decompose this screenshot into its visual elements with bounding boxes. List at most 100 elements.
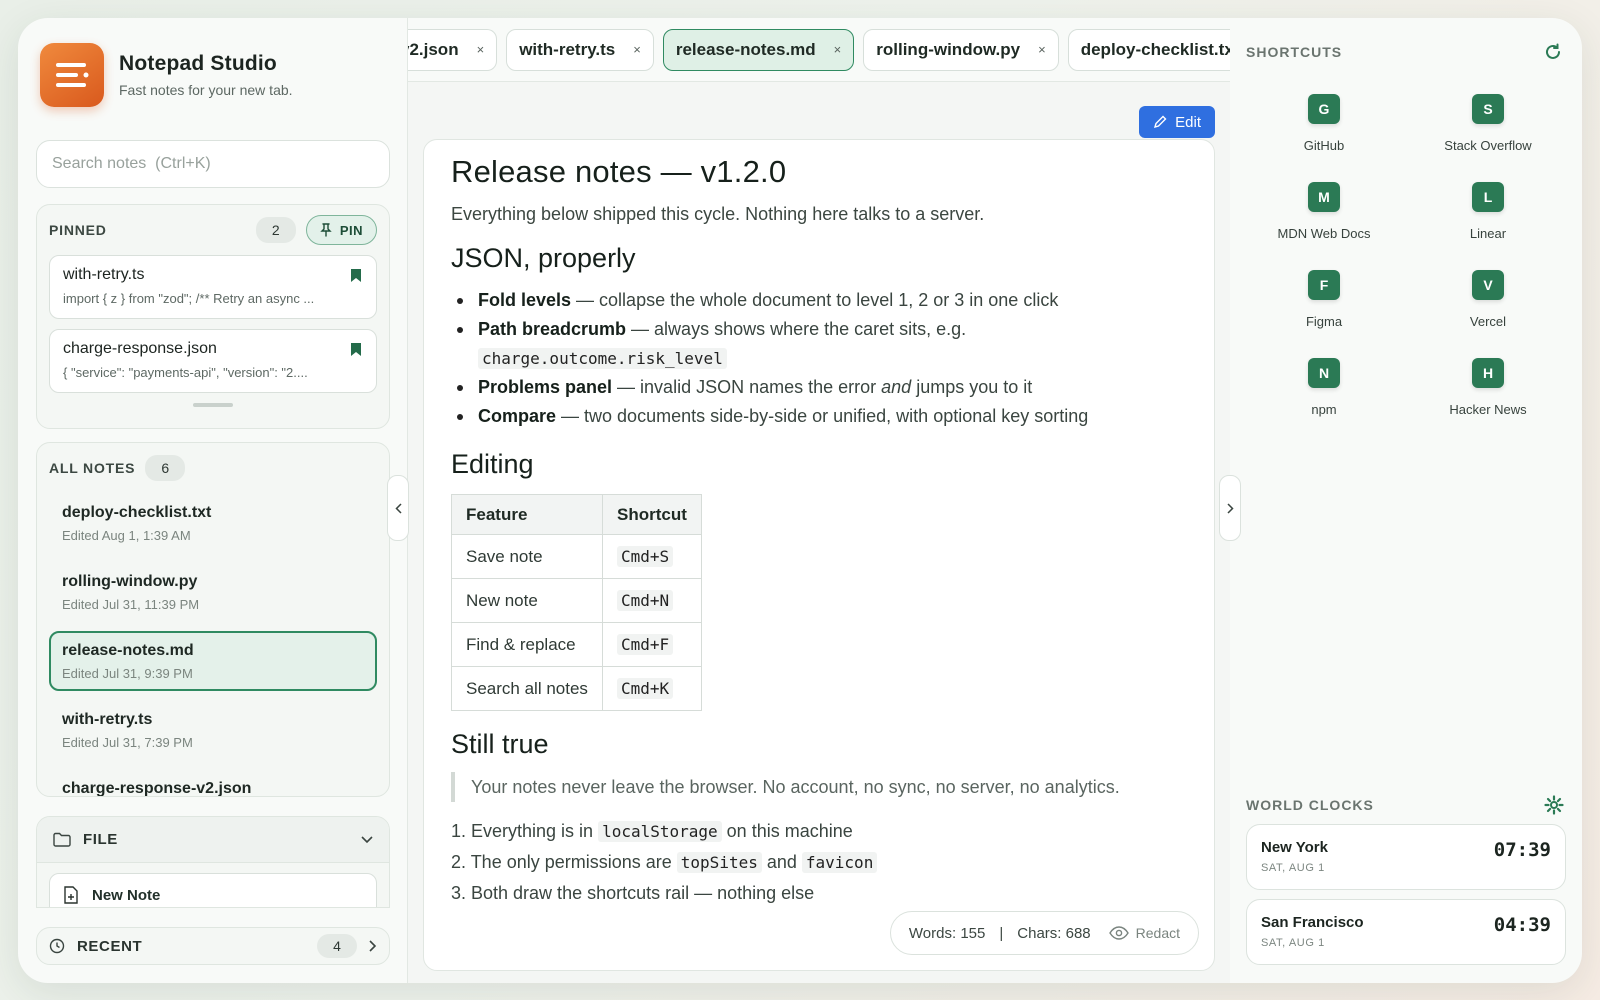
all-notes-title: ALL NOTES [49, 460, 136, 476]
pinned-note[interactable]: with-retry.ts import { z } from "zod"; /… [49, 255, 377, 319]
tab-label: rolling-window.py [876, 39, 1021, 59]
doc-heading-still-true: Still true [451, 729, 549, 759]
inline-code: Cmd+K [617, 677, 674, 699]
table-header-row: Feature Shortcut [451, 494, 702, 535]
resize-handle[interactable] [193, 403, 233, 407]
clock-date: SAT, AUG 1 [1261, 862, 1325, 874]
table-cell: Cmd+N [602, 578, 702, 623]
note-list-item[interactable]: deploy-checklist.txt Edited Aug 1, 1:39 … [49, 493, 377, 553]
redact-toggle[interactable]: Redact [1108, 925, 1180, 941]
tab-rolling-window[interactable]: rolling-window.py × [863, 28, 1059, 71]
clock-card: San Francisco SAT, AUG 1 04:39 [1246, 899, 1566, 965]
table-cell: New note [451, 578, 603, 623]
list-item-text: on this machine [721, 821, 853, 841]
shortcuts-title: SHORTCUTS [1246, 44, 1343, 60]
shortcut-stack-overflow[interactable]: S Stack Overflow [1410, 88, 1566, 164]
note-title: rolling-window.py [62, 573, 198, 590]
new-file-icon [64, 886, 78, 904]
clock-date: SAT, AUG 1 [1261, 937, 1325, 949]
search-input[interactable] [36, 140, 390, 188]
shortcut-npm[interactable]: Nnpm [1246, 352, 1402, 428]
stats-bar: Words: 155 | Chars: 688 Redact [889, 911, 1199, 955]
note-list-item-active[interactable]: release-notes.md Edited Jul 31, 9:39 PM [49, 631, 377, 691]
gear-icon[interactable] [1544, 795, 1564, 815]
close-icon[interactable]: × [834, 42, 842, 57]
table-cell: Find & replace [451, 622, 603, 667]
inline-code: favicon [801, 852, 878, 873]
file-menu-toggle[interactable]: FILE [37, 817, 389, 863]
shortcut-favicon: S [1472, 94, 1504, 124]
tab-v2-json[interactable]: v2.json × [408, 28, 498, 71]
new-note-button[interactable]: New Note [49, 873, 377, 907]
expand-rail-button[interactable] [1219, 475, 1241, 541]
notepad-logo-icon [40, 42, 104, 107]
shortcut-grid: G GitHub S Stack Overflow M MDN Web Docs LL… [1246, 88, 1566, 428]
chevron-left-icon [394, 502, 402, 514]
tab-label: release-notes.md [675, 39, 816, 59]
pin-button-label: PIN [339, 222, 363, 238]
bookmark-icon[interactable] [351, 343, 361, 356]
file-menu-label: FILE [83, 831, 118, 848]
shortcut-label: MDN Web Docs [1277, 226, 1371, 241]
tab-with-retry[interactable]: with-retry.ts × [506, 28, 654, 71]
shortcut-vercel[interactable]: V Vercel [1410, 264, 1566, 340]
note-title: release-notes.md [62, 642, 194, 659]
list-item: Path breadcrumb — always shows where the… [451, 315, 1187, 373]
edit-button[interactable]: Edit [1139, 106, 1215, 138]
tab-deploy-checklist[interactable]: deploy-checklist.txt [1067, 28, 1230, 71]
redact-label: Redact [1135, 925, 1180, 941]
note-title: charge-response-v2.json [62, 780, 252, 797]
list-item: 2. The only permissions are topSites and… [451, 847, 1187, 878]
app-title: Notepad Studio [119, 51, 277, 75]
list-item-text: Both draw the shortcuts rail — nothing e… [466, 883, 815, 903]
word-count: Words: 155 [908, 924, 986, 942]
table-row: New note Cmd+N [451, 578, 702, 623]
doc-heading-json: JSON, properly [451, 243, 636, 273]
note-title: with-retry.ts [62, 711, 153, 728]
pin-button[interactable]: PIN [305, 215, 377, 245]
tab-label: v2.json [408, 39, 459, 59]
note-list-item[interactable]: with-retry.ts Edited Jul 31, 7:39 PM [49, 700, 377, 760]
pinned-note-title: with-retry.ts [63, 266, 145, 283]
tab-release-notes[interactable]: release-notes.md × [662, 28, 855, 71]
close-icon[interactable]: × [633, 42, 641, 57]
recent-label: RECENT [77, 937, 143, 955]
shortcut-linear[interactable]: L Linear [1410, 176, 1566, 252]
stats-separator: | [999, 924, 1004, 942]
pinned-note[interactable]: charge-response.json { "service": "payme… [49, 329, 377, 393]
list-item-text: — invalid JSON names the error [612, 377, 882, 397]
bookmark-icon[interactable] [351, 269, 361, 282]
note-date: Edited Jul 31, 9:39 PM [62, 666, 193, 681]
doc-heading-editing: Editing [451, 449, 534, 479]
list-item-strong: Problems panel [478, 377, 613, 397]
table-cell: Cmd+K [602, 666, 702, 711]
list-item-strong: Path breadcrumb [478, 319, 627, 339]
note-title: deploy-checklist.txt [62, 504, 212, 521]
list-item-text: and [761, 852, 802, 872]
world-clocks-header: WORLD CLOCKS [1246, 795, 1566, 815]
pinned-note-preview: import { z } from "zod"; /** Retry an as… [63, 291, 315, 306]
close-icon[interactable]: × [477, 42, 485, 57]
shortcut-hacker-news[interactable]: H Hacker News [1410, 352, 1566, 428]
shortcut-mdn[interactable]: M MDN Web Docs [1246, 176, 1402, 252]
app-subtitle: Fast notes for your new tab. [119, 81, 293, 98]
note-list-item[interactable]: rolling-window.py Edited Jul 31, 11:39 P… [49, 562, 377, 622]
shortcut-label: Vercel [1469, 314, 1507, 329]
shortcut-label: GitHub [1303, 138, 1345, 153]
close-icon[interactable]: × [1038, 42, 1046, 57]
list-item-text: jumps you to it [911, 377, 1033, 397]
table-header: Shortcut [602, 494, 702, 535]
collapse-sidebar-button[interactable] [387, 475, 409, 541]
refresh-icon[interactable] [1544, 43, 1562, 61]
all-notes-section: ALL NOTES 6 deploy-checklist.txt Edited … [36, 442, 390, 797]
shortcut-figma[interactable]: F Figma [1246, 264, 1402, 340]
shortcut-favicon: M [1308, 182, 1340, 212]
shortcut-github[interactable]: G GitHub [1246, 88, 1402, 164]
inline-code: Cmd+F [617, 633, 674, 655]
doc-lead: Everything below shipped this cycle. Not… [451, 204, 985, 224]
shortcut-favicon: N [1308, 358, 1340, 388]
note-list-item[interactable]: charge-response-v2.json [49, 769, 377, 797]
note-date: Edited Jul 31, 11:39 PM [62, 597, 200, 612]
note-date: Edited Aug 1, 1:39 AM [62, 528, 191, 543]
recent-section[interactable]: RECENT 4 [36, 927, 390, 965]
